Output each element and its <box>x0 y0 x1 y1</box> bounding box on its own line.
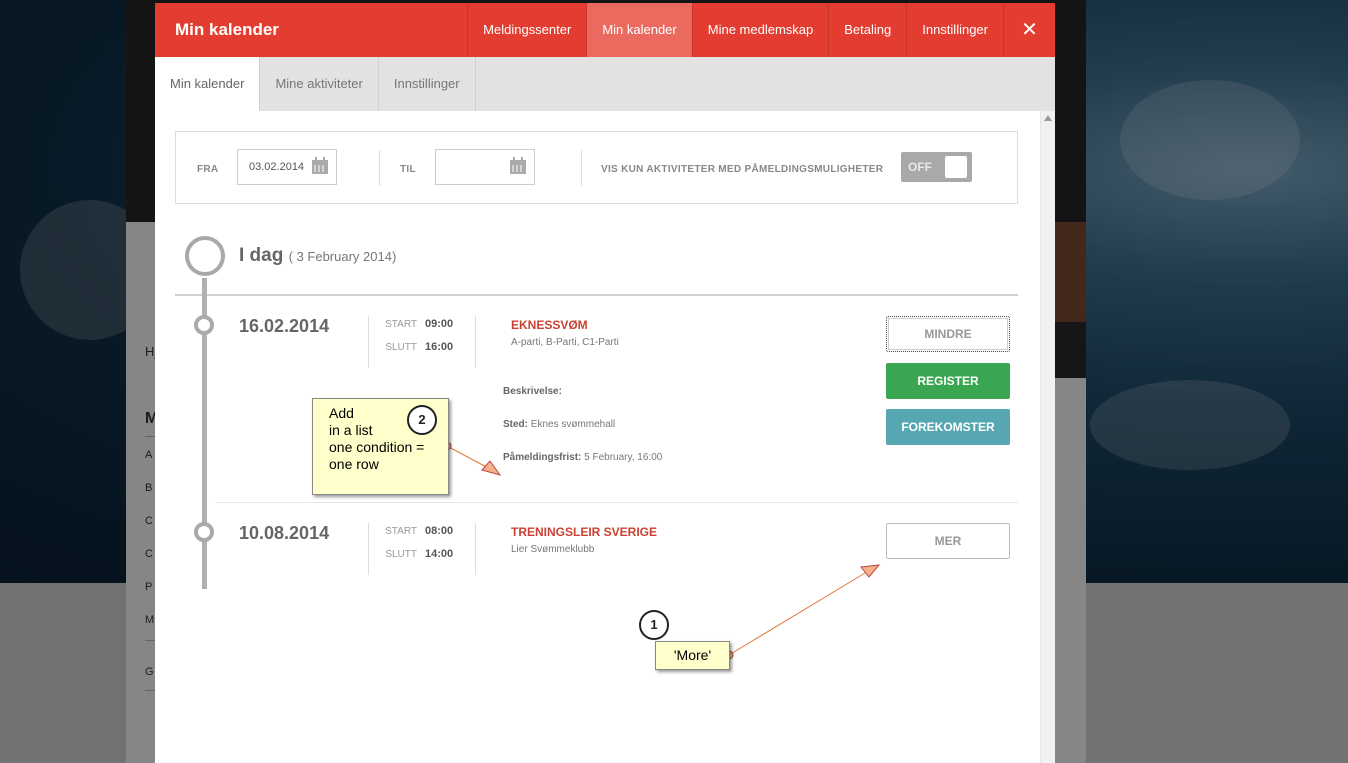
modal-header: Min kalender Meldingssenter Min kalender… <box>155 3 1055 57</box>
close-icon[interactable]: ✕ <box>1003 3 1055 57</box>
divider <box>475 523 476 575</box>
signup-filter-label: VIS KUN AKTIVITETER MED PÅMELDINGSMULIGH… <box>601 164 884 175</box>
today-marker <box>185 236 225 276</box>
annotation-note-1: 'More' <box>655 641 730 670</box>
today-date: ( 3 February 2014) <box>288 249 397 264</box>
top-nav: Meldingssenter Min kalender Mine medlems… <box>467 3 1055 57</box>
sub-tabs: Min kalender Mine aktiviteter Innstillin… <box>155 57 1055 111</box>
nav-min-kalender[interactable]: Min kalender <box>586 3 692 57</box>
to-label: TIL <box>400 164 416 175</box>
occurrences-button[interactable]: FOREKOMSTER <box>886 409 1010 445</box>
end-label: SLUTT <box>385 549 417 560</box>
scroll-up-icon[interactable] <box>1044 115 1052 121</box>
end-time: 14:00 <box>425 548 454 560</box>
place-value: Eknes svømmehall <box>530 419 616 430</box>
description-label: Beskrivelse: <box>503 386 562 397</box>
tab-min-kalender[interactable]: Min kalender <box>155 57 261 111</box>
toggle-state: OFF <box>908 160 932 174</box>
today-label: I dag <box>239 245 284 266</box>
from-label: FRA <box>197 164 219 175</box>
today-heading: I dag ( 3 February 2014) <box>239 245 396 267</box>
divider <box>215 502 1018 503</box>
to-date-field[interactable] <box>435 149 535 185</box>
timeline-dot <box>194 522 214 542</box>
tab-innstillinger[interactable]: Innstillinger <box>379 57 476 111</box>
from-date-field[interactable]: 03.02.2014 <box>237 149 337 185</box>
event-name[interactable]: EKNESSVØM <box>511 318 588 332</box>
nav-mine-medlemskap[interactable]: Mine medlemskap <box>691 3 829 57</box>
nav-meldingssenter[interactable]: Meldingssenter <box>467 3 586 57</box>
signup-filter-toggle[interactable]: OFF <box>901 152 972 182</box>
nav-betaling[interactable]: Betaling <box>828 3 906 57</box>
tab-mine-aktiviteter[interactable]: Mine aktiviteter <box>260 57 379 111</box>
from-date-value: 03.02.2014 <box>249 161 305 173</box>
scrollbar[interactable] <box>1040 111 1055 763</box>
event-name[interactable]: TRENINGSLEIR SVERIGE <box>511 525 657 539</box>
event-place: Sted: Eknes svømmehall <box>503 419 615 430</box>
calendar-icon[interactable] <box>510 157 526 174</box>
more-button[interactable]: MER <box>886 523 1010 559</box>
annotation-line: one row <box>329 456 379 472</box>
annotation-number-2: 2 <box>407 405 437 435</box>
event-date: 10.08.2014 <box>239 523 330 543</box>
end-time: 16:00 <box>425 341 454 353</box>
start-time: 09:00 <box>425 318 454 330</box>
divider <box>475 316 476 368</box>
annotation-line: one condition = <box>329 439 425 455</box>
deadline-label: Påmeldingsfrist: <box>503 452 582 463</box>
annotation-number-1: 1 <box>639 610 669 640</box>
calendar-modal: Min kalender Meldingssenter Min kalender… <box>155 3 1055 763</box>
event-deadline: Påmeldingsfrist: 5 February, 16:00 <box>503 452 662 463</box>
event-groups: A-parti, B-Parti, C1-Parti <box>511 337 619 348</box>
date-filter: FRA 03.02.2014 TIL VIS KUN AKTIVITETER M… <box>175 131 1018 204</box>
divider <box>175 294 1018 296</box>
start-label: START <box>385 526 417 537</box>
start-label: START <box>385 319 417 330</box>
place-label: Sted: <box>503 419 528 430</box>
end-label: SLUTT <box>385 342 417 353</box>
start-time: 08:00 <box>425 525 454 537</box>
deadline-value: 5 February, 16:00 <box>584 452 663 463</box>
event-groups: Lier Svømmeklubb <box>511 544 595 555</box>
calendar-icon[interactable] <box>312 157 328 174</box>
register-button[interactable]: REGISTER <box>886 363 1010 399</box>
divider <box>581 150 582 186</box>
divider <box>379 150 380 186</box>
divider <box>368 523 369 575</box>
less-button[interactable]: MINDRE <box>886 316 1010 352</box>
timeline-dot <box>194 315 214 335</box>
event-description: Beskrivelse: <box>503 386 562 397</box>
nav-innstillinger[interactable]: Innstillinger <box>906 3 1003 57</box>
divider <box>368 316 369 368</box>
event-date: 16.02.2014 <box>239 316 330 336</box>
modal-title: Min kalender <box>175 20 279 39</box>
toggle-knob[interactable] <box>945 156 967 178</box>
